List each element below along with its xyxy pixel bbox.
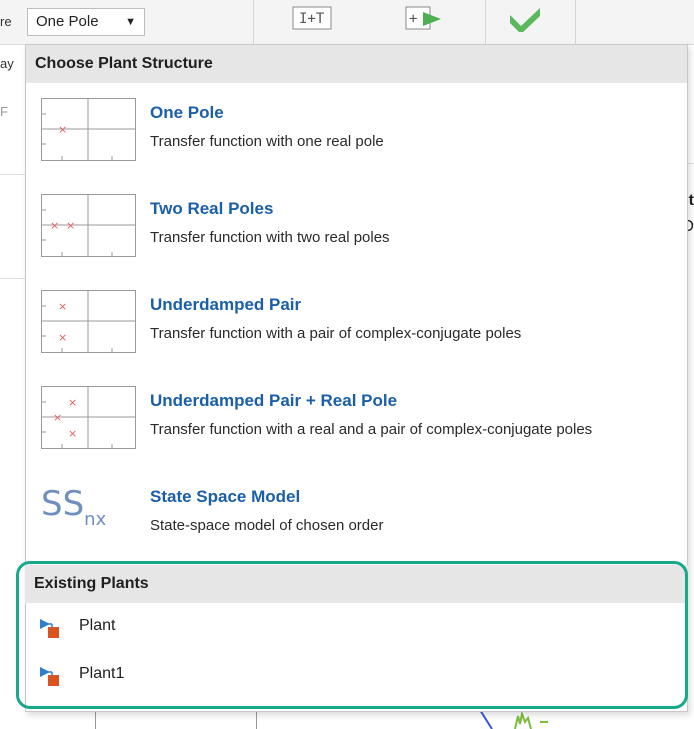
plant-icon: [38, 617, 60, 639]
plant-label: Plant: [79, 617, 116, 634]
one-pole-icon: ×: [41, 98, 136, 161]
toolbar-separator: [253, 0, 254, 44]
existing-plant-item[interactable]: Plant1: [25, 651, 688, 699]
state-space-icon-subscript: nx: [84, 509, 107, 530]
structure-description: Transfer function with a pair of complex…: [150, 325, 522, 342]
svg-text:×: ×: [58, 123, 67, 136]
state-space-icon: SSnx: [41, 484, 136, 544]
divider: [256, 712, 257, 729]
state-space-icon-text: SS: [41, 484, 85, 524]
two-real-poles-icon: × ×: [41, 194, 136, 257]
divider: [95, 712, 96, 729]
structure-description: Transfer function with one real pole: [150, 133, 384, 150]
section-header-structures: Choose Plant Structure: [26, 45, 687, 83]
section-header-existing: Existing Plants: [25, 565, 688, 603]
svg-text:×: ×: [68, 396, 77, 409]
existing-plant-item[interactable]: Plant: [25, 603, 688, 651]
structure-title: Underdamped Pair + Real Pole: [150, 391, 398, 410]
add-block-icon[interactable]: I+T: [292, 6, 332, 32]
svg-text:×: ×: [66, 219, 75, 232]
plant-label: Plant1: [79, 665, 125, 682]
divider: [0, 174, 25, 175]
svg-text:×: ×: [53, 411, 62, 424]
left-fragment-label: F: [0, 104, 8, 119]
svg-text:I+T: I+T: [299, 11, 325, 27]
toolbar-separator: [575, 0, 576, 44]
structure-description: Transfer function with a real and a pair…: [150, 421, 593, 438]
structure-title: State Space Model: [150, 487, 301, 506]
structure-title: Two Real Poles: [150, 199, 274, 218]
svg-text:×: ×: [68, 427, 77, 440]
structure-option-underdamped-pair[interactable]: × × Underdamped Pair Transfer function w…: [26, 280, 687, 376]
svg-text:×: ×: [58, 300, 67, 313]
plant-icon: [38, 665, 60, 687]
structure-option-underdamped-pair-real-pole[interactable]: × × × Underdamped Pair + Real Pole Trans…: [26, 376, 687, 472]
svg-text:+: +: [409, 11, 417, 27]
svg-text:×: ×: [58, 331, 67, 344]
structure-description: Transfer function with two real poles: [150, 229, 390, 246]
dropdown-value: One Pole: [36, 13, 99, 30]
underdamped-pair-real-pole-icon: × × ×: [41, 386, 136, 449]
response-plot-fragment: [479, 710, 548, 729]
underdamped-pair-icon: × ×: [41, 290, 136, 353]
chevron-down-icon: ▼: [125, 16, 136, 28]
structure-option-two-real-poles[interactable]: × × Two Real Poles Transfer function wit…: [26, 184, 687, 280]
existing-plants-section: Existing Plants Plant Plant1: [25, 565, 688, 699]
structure-title: One Pole: [150, 103, 224, 122]
structure-description: State-space model of chosen order: [150, 517, 384, 534]
toolbar-separator: [485, 0, 486, 44]
structure-option-state-space[interactable]: SSnx State Space Model State-space model…: [26, 472, 687, 568]
divider: [0, 278, 25, 279]
left-fragment-label: re: [0, 14, 12, 29]
left-fragment-label: ay: [0, 56, 14, 71]
add-plant-icon[interactable]: +: [405, 6, 445, 32]
accept-check-icon[interactable]: [508, 6, 542, 34]
structure-option-one-pole[interactable]: × One Pole Transfer function with one re…: [26, 88, 687, 184]
svg-text:×: ×: [50, 219, 59, 232]
divider: [688, 163, 694, 164]
plant-structure-dropdown[interactable]: One Pole ▼: [27, 8, 145, 36]
structure-title: Underdamped Pair: [150, 295, 302, 314]
